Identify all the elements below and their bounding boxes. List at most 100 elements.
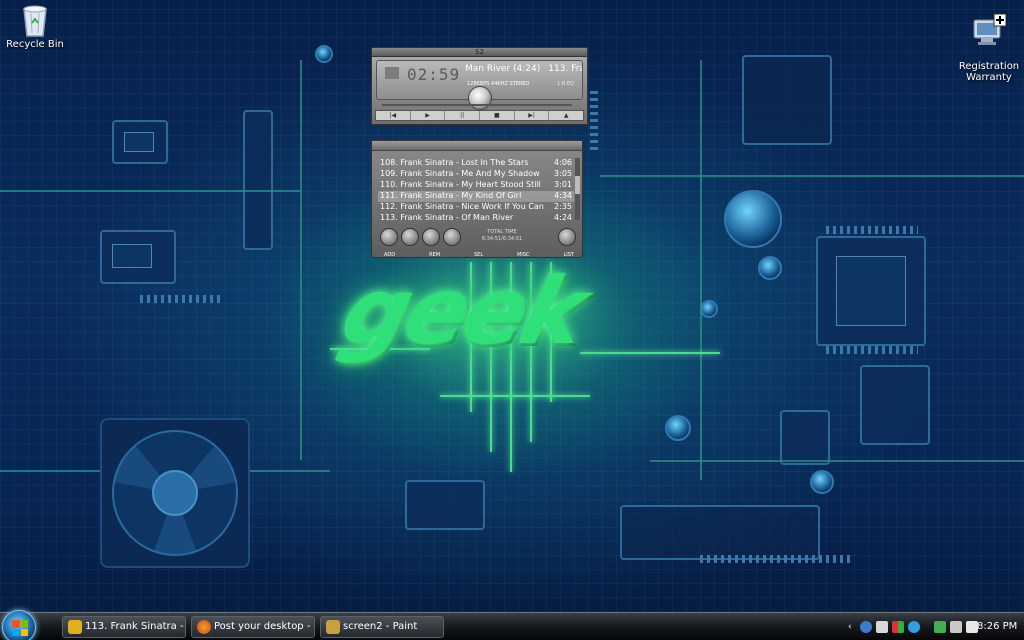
- security-icon[interactable]: [892, 621, 904, 633]
- circuit-trace: [650, 460, 1024, 462]
- taskbar-item-label: screen2 - Paint: [343, 621, 418, 632]
- misc-button[interactable]: [443, 228, 461, 246]
- paint-icon: [326, 620, 340, 634]
- chip-decoration: [816, 236, 926, 346]
- playlist-buttons: [380, 228, 461, 246]
- play-button[interactable]: ▶: [411, 111, 446, 120]
- pause-button[interactable]: ||: [445, 111, 481, 120]
- geek-wallpaper-logo: geek: [331, 258, 595, 365]
- stereo-label: STEREO: [509, 81, 530, 87]
- registration-warranty-shortcut[interactable]: Registration Warranty: [954, 3, 1024, 83]
- player-display: 02:59 Man River (4:24)113. Frank S 128KB…: [376, 60, 583, 110]
- playlist-titlebar[interactable]: [372, 141, 582, 151]
- circuit-trace: [0, 190, 300, 192]
- track-duration: 4:24: [554, 213, 572, 222]
- player-app-icon: [68, 620, 82, 634]
- taskbar-item-label: Post your desktop - ...: [214, 621, 315, 632]
- update-icon[interactable]: [934, 621, 946, 633]
- tab-rem[interactable]: REM: [429, 252, 440, 258]
- chip-decoration: [405, 480, 485, 530]
- transport-controls: |◀ ▶ || ■ ▶| ▲: [375, 110, 584, 121]
- scrollbar-thumb[interactable]: [575, 176, 580, 194]
- recycle-bin-icon: [23, 5, 47, 37]
- remove-button[interactable]: [401, 228, 419, 246]
- current-song-title: Man River (4:24): [465, 64, 541, 74]
- chip-decoration: [243, 110, 273, 250]
- seek-bar[interactable]: [382, 104, 572, 106]
- chevron-left-icon[interactable]: ‹: [848, 621, 856, 633]
- firefox-icon: [197, 620, 211, 634]
- visualizer-icon: [385, 67, 399, 79]
- playlist-item[interactable]: 110. Frank Sinatra - My Heart Stood Stil…: [378, 180, 574, 191]
- track-duration: 3:01: [554, 180, 572, 189]
- windows-logo-icon: [12, 620, 28, 636]
- circuit-trace: [300, 60, 302, 460]
- tab-add[interactable]: ADD: [384, 252, 395, 258]
- samplerate-label: 44KHZ: [491, 81, 508, 87]
- total-time-label: TOTAL TIME: [487, 229, 517, 235]
- playlist-tab-labels: ADD REM SEL MISC LIST: [384, 252, 574, 258]
- track-title: 109. Frank Sinatra - Me And My Shadow: [380, 169, 540, 178]
- recycle-bin-label: Recycle Bin: [6, 39, 64, 50]
- eject-button[interactable]: ▲: [549, 111, 583, 120]
- track-duration: 2:35: [554, 202, 572, 211]
- player-title: S2: [475, 48, 484, 56]
- tab-list[interactable]: LIST: [563, 252, 574, 258]
- playlist-item-selected[interactable]: 111. Frank Sinatra - My Kind Of Girl 4:34: [378, 191, 574, 202]
- playlist-scrollbar[interactable]: [575, 158, 580, 220]
- capacitor-decoration: [700, 300, 718, 318]
- pins-decoration: [140, 295, 220, 303]
- chip-decoration: [860, 365, 930, 445]
- track-title: 112. Frank Sinatra - Nice Work If You Ca…: [380, 202, 545, 211]
- circuit-trace: [600, 175, 1024, 177]
- playlist-list: 108. Frank Sinatra - Lost In The Stars 4:…: [378, 158, 574, 224]
- equalizer-indicator[interactable]: L R EQ: [557, 81, 574, 87]
- track-title: 111. Frank Sinatra - My Kind Of Girl: [380, 191, 522, 200]
- tab-misc[interactable]: MISC: [517, 252, 529, 258]
- total-time-value: 6:34:51/6:34:51: [481, 236, 523, 242]
- volume-knob[interactable]: [468, 86, 492, 110]
- taskbar-item-firefox[interactable]: Post your desktop - ...: [191, 616, 315, 638]
- clock[interactable]: 8:26 PM: [977, 613, 1017, 640]
- total-time: TOTAL TIME 6:34:51/6:34:51: [467, 229, 537, 243]
- playlist-item[interactable]: 108. Frank Sinatra - Lost In The Stars 4:…: [378, 158, 574, 169]
- start-button[interactable]: [2, 610, 36, 640]
- select-button[interactable]: [422, 228, 440, 246]
- add-button[interactable]: [380, 228, 398, 246]
- chip-decoration: [100, 230, 176, 284]
- chip-decoration: [742, 55, 832, 145]
- taskbar-item-paint[interactable]: screen2 - Paint: [320, 616, 444, 638]
- pins-decoration: [700, 555, 850, 563]
- tray-spacer: [924, 621, 930, 633]
- tab-sel[interactable]: SEL: [474, 252, 483, 258]
- capacitor-decoration: [665, 415, 691, 441]
- next-song-title: 113. Frank S: [548, 64, 582, 74]
- display-icon[interactable]: [876, 621, 888, 633]
- list-button[interactable]: [558, 228, 576, 246]
- cooling-fan-decoration: [100, 418, 250, 568]
- recycle-bin-shortcut[interactable]: Recycle Bin: [0, 3, 70, 50]
- system-tray: ‹: [848, 616, 978, 638]
- taskbar-item-player[interactable]: 113. Frank Sinatra - ...: [62, 616, 186, 638]
- track-duration: 3:05: [554, 169, 572, 178]
- player-titlebar[interactable]: S2: [371, 47, 588, 56]
- previous-button[interactable]: |◀: [376, 111, 411, 120]
- track-title: 113. Frank Sinatra - Of Man River: [380, 213, 514, 222]
- network-icon[interactable]: [860, 621, 872, 633]
- chip-decoration: [112, 120, 168, 164]
- stop-button[interactable]: ■: [480, 111, 515, 120]
- playlist-item[interactable]: 112. Frank Sinatra - Nice Work If You Ca…: [378, 202, 574, 213]
- messenger-icon[interactable]: [908, 621, 920, 633]
- playlist-window[interactable]: 108. Frank Sinatra - Lost In The Stars 4:…: [371, 140, 583, 258]
- next-button[interactable]: ▶|: [515, 111, 550, 120]
- playlist-item[interactable]: 113. Frank Sinatra - Of Man River 4:24: [378, 213, 574, 224]
- glowing-trace: [440, 395, 590, 397]
- player-main-panel: 02:59 Man River (4:24)113. Frank S 128KB…: [371, 56, 588, 125]
- media-player-window[interactable]: S2 02:59 Man River (4:24)113. Frank S 12…: [371, 47, 588, 125]
- network-status-icon[interactable]: [950, 621, 962, 633]
- capacitor-decoration: [758, 256, 782, 280]
- song-ticker: Man River (4:24) 113. Frank S: [465, 64, 582, 74]
- playlist-item[interactable]: 109. Frank Sinatra - Me And My Shadow 3:0…: [378, 169, 574, 180]
- circuit-trace: [700, 60, 702, 480]
- elapsed-time: 02:59: [407, 65, 461, 84]
